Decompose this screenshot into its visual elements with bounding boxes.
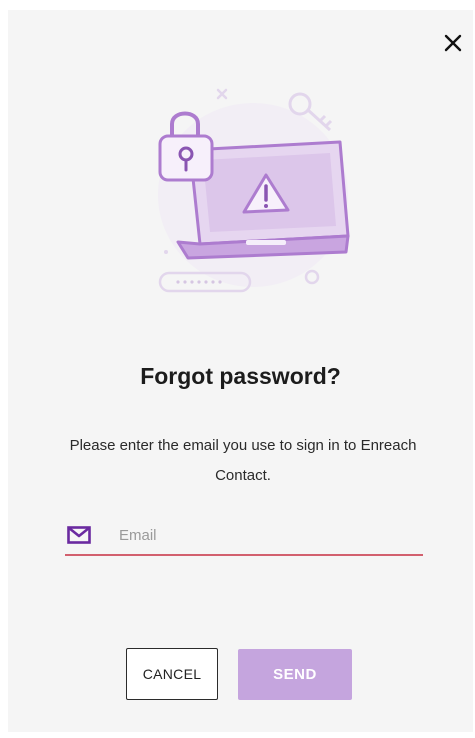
mail-icon: [67, 524, 95, 546]
dialog-description: Please enter the email you use to sign i…: [69, 437, 417, 484]
security-illustration: [158, 88, 350, 293]
close-icon: [444, 34, 462, 52]
dialog-title: Forgot password?: [140, 363, 341, 389]
email-field[interactable]: [65, 516, 423, 556]
email-input[interactable]: [117, 525, 411, 545]
forgot-password-dialog: Forgot password? Please enter the email …: [8, 10, 473, 732]
cancel-button[interactable]: CANCEL: [126, 648, 218, 700]
close-button[interactable]: [440, 30, 466, 56]
send-button[interactable]: SEND: [238, 649, 352, 700]
